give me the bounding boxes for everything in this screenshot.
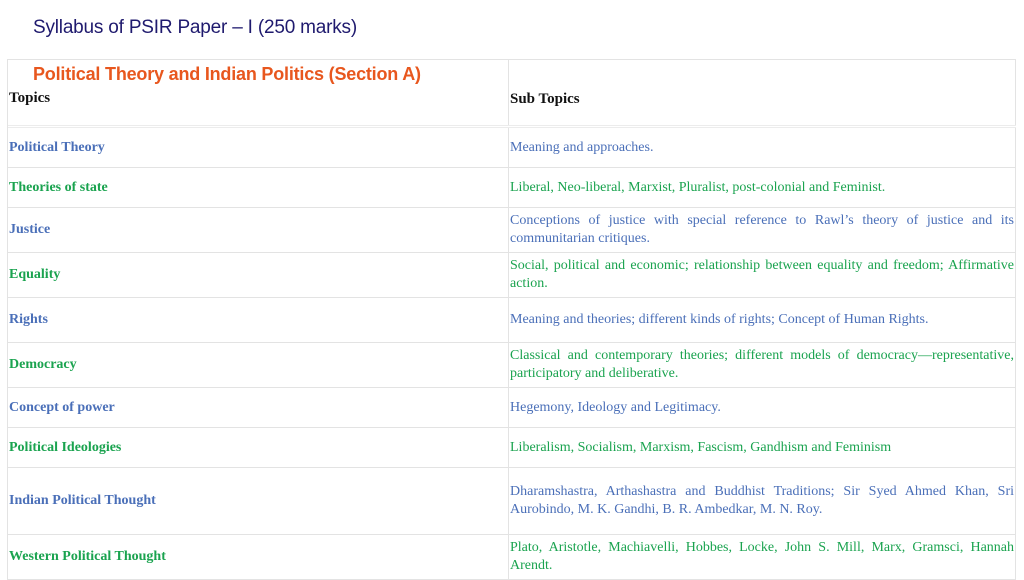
table-row: Democracy Classical and contemporary the… [8, 343, 1016, 388]
table-row: Theories of state Liberal, Neo-liberal, … [8, 168, 1016, 208]
subtopic-cell: Meaning and approaches. [509, 128, 1016, 167]
topic-cell: Political Ideologies [8, 428, 509, 467]
table-row: Rights Meaning and theories; different k… [8, 298, 1016, 343]
subtopic-cell: Social, political and economic; relation… [509, 253, 1016, 297]
subtopic-cell: Liberal, Neo-liberal, Marxist, Pluralist… [509, 168, 1016, 207]
subtopic-cell: Hegemony, Ideology and Legitimacy. [509, 388, 1016, 427]
subtopic-cell: Conceptions of justice with special refe… [509, 208, 1016, 252]
topic-cell: Political Theory [8, 128, 509, 167]
table-row: Equality Social, political and economic;… [8, 253, 1016, 298]
table-row: Justice Conceptions of justice with spec… [8, 208, 1016, 253]
topic-cell: Indian Political Thought [8, 468, 509, 534]
syllabus-table: Topics Sub Topics Political Theory Meani… [7, 59, 1016, 580]
section-title: Political Theory and Indian Politics (Se… [33, 64, 421, 84]
subtopic-cell: Classical and contemporary theories; dif… [509, 343, 1016, 387]
header-subtopics: Sub Topics [509, 60, 1016, 125]
subtopic-cell: Dharamshastra, Arthashastra and Buddhist… [509, 468, 1016, 534]
subtopic-cell: Meaning and theories; different kinds of… [509, 298, 1016, 342]
table-row: Indian Political Thought Dharamshastra, … [8, 468, 1016, 535]
subtopic-cell: Liberalism, Socialism, Marxism, Fascism,… [509, 428, 1016, 467]
topic-cell: Democracy [8, 343, 509, 387]
topic-cell: Theories of state [8, 168, 509, 207]
table-row: Political Ideologies Liberalism, Sociali… [8, 428, 1016, 468]
table-row: Political Theory Meaning and approaches. [8, 128, 1016, 168]
subtopic-cell: Plato, Aristotle, Machiavelli, Hobbes, L… [509, 535, 1016, 579]
topic-cell: Concept of power [8, 388, 509, 427]
page-title: Syllabus of PSIR Paper – I (250 marks) [33, 17, 357, 38]
table-row: Western Political Thought Plato, Aristot… [8, 535, 1016, 580]
topic-cell: Western Political Thought [8, 535, 509, 579]
topic-cell: Rights [8, 298, 509, 342]
table-row: Concept of power Hegemony, Ideology and … [8, 388, 1016, 428]
topic-cell: Equality [8, 253, 509, 297]
topic-cell: Justice [8, 208, 509, 252]
